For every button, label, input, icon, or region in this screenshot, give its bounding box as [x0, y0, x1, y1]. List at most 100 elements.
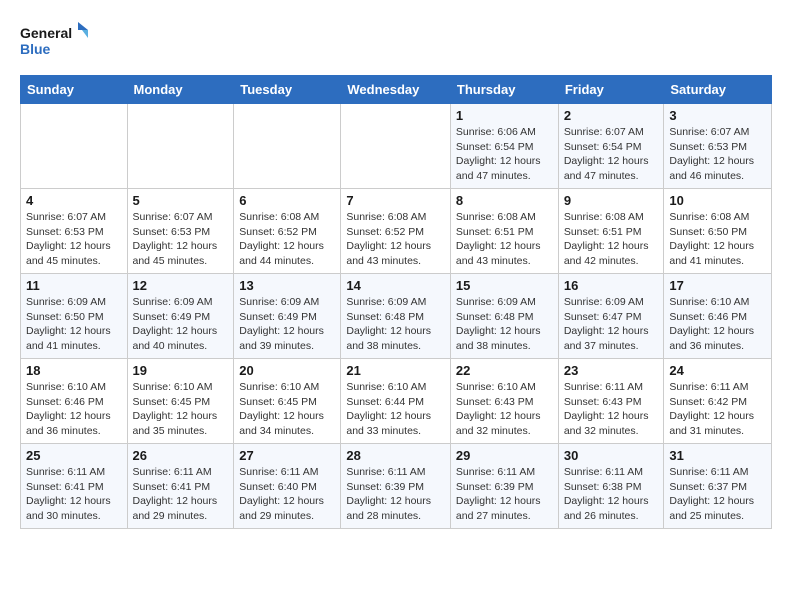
- weekday-header-saturday: Saturday: [664, 76, 772, 104]
- calendar-cell: 24 Sunrise: 6:11 AM Sunset: 6:42 PM Dayli…: [664, 359, 772, 444]
- day-detail: Sunrise: 6:11 AM Sunset: 6:41 PM Dayligh…: [133, 465, 229, 524]
- day-detail: Sunrise: 6:07 AM Sunset: 6:53 PM Dayligh…: [669, 125, 766, 184]
- day-detail: Sunrise: 6:07 AM Sunset: 6:54 PM Dayligh…: [564, 125, 659, 184]
- day-number: 28: [346, 448, 445, 463]
- calendar-cell: 28 Sunrise: 6:11 AM Sunset: 6:39 PM Dayli…: [341, 444, 451, 529]
- calendar-cell: [127, 104, 234, 189]
- calendar-header: SundayMondayTuesdayWednesdayThursdayFrid…: [21, 76, 772, 104]
- day-detail: Sunrise: 6:11 AM Sunset: 6:37 PM Dayligh…: [669, 465, 766, 524]
- calendar-week-5: 25 Sunrise: 6:11 AM Sunset: 6:41 PM Dayli…: [21, 444, 772, 529]
- day-number: 21: [346, 363, 445, 378]
- calendar-cell: 14 Sunrise: 6:09 AM Sunset: 6:48 PM Dayli…: [341, 274, 451, 359]
- day-detail: Sunrise: 6:09 AM Sunset: 6:48 PM Dayligh…: [456, 295, 553, 354]
- day-detail: Sunrise: 6:10 AM Sunset: 6:46 PM Dayligh…: [26, 380, 122, 439]
- day-detail: Sunrise: 6:08 AM Sunset: 6:52 PM Dayligh…: [346, 210, 445, 269]
- calendar-cell: 8Sunrise: 6:08 AM Sunset: 6:51 PM Daylig…: [450, 189, 558, 274]
- day-number: 16: [564, 278, 659, 293]
- day-detail: Sunrise: 6:11 AM Sunset: 6:38 PM Dayligh…: [564, 465, 659, 524]
- day-number: 25: [26, 448, 122, 463]
- calendar-cell: 12 Sunrise: 6:09 AM Sunset: 6:49 PM Dayli…: [127, 274, 234, 359]
- day-number: 6: [239, 193, 335, 208]
- calendar-cell: 22 Sunrise: 6:10 AM Sunset: 6:43 PM Dayli…: [450, 359, 558, 444]
- day-number: 17: [669, 278, 766, 293]
- day-number: 5: [133, 193, 229, 208]
- day-detail: Sunrise: 6:09 AM Sunset: 6:48 PM Dayligh…: [346, 295, 445, 354]
- day-detail: Sunrise: 6:10 AM Sunset: 6:45 PM Dayligh…: [133, 380, 229, 439]
- day-detail: Sunrise: 6:11 AM Sunset: 6:40 PM Dayligh…: [239, 465, 335, 524]
- day-number: 19: [133, 363, 229, 378]
- day-number: 3: [669, 108, 766, 123]
- day-number: 31: [669, 448, 766, 463]
- calendar-week-2: 4 Sunrise: 6:07 AM Sunset: 6:53 PM Daylig…: [21, 189, 772, 274]
- day-detail: Sunrise: 6:09 AM Sunset: 6:50 PM Dayligh…: [26, 295, 122, 354]
- calendar-table: SundayMondayTuesdayWednesdayThursdayFrid…: [20, 75, 772, 529]
- day-detail: Sunrise: 6:07 AM Sunset: 6:53 PM Dayligh…: [26, 210, 122, 269]
- day-number: 10: [669, 193, 766, 208]
- day-number: 4: [26, 193, 122, 208]
- day-detail: Sunrise: 6:11 AM Sunset: 6:42 PM Dayligh…: [669, 380, 766, 439]
- day-detail: Sunrise: 6:08 AM Sunset: 6:51 PM Dayligh…: [564, 210, 659, 269]
- calendar-cell: 3 Sunrise: 6:07 AM Sunset: 6:53 PM Daylig…: [664, 104, 772, 189]
- calendar-cell: 18 Sunrise: 6:10 AM Sunset: 6:46 PM Dayli…: [21, 359, 128, 444]
- calendar-cell: 6 Sunrise: 6:08 AM Sunset: 6:52 PM Daylig…: [234, 189, 341, 274]
- day-detail: Sunrise: 6:08 AM Sunset: 6:52 PM Dayligh…: [239, 210, 335, 269]
- calendar-cell: 7 Sunrise: 6:08 AM Sunset: 6:52 PM Daylig…: [341, 189, 451, 274]
- weekday-header-monday: Monday: [127, 76, 234, 104]
- day-number: 26: [133, 448, 229, 463]
- day-detail: Sunrise: 6:08 AM Sunset: 6:50 PM Dayligh…: [669, 210, 766, 269]
- day-detail: Sunrise: 6:07 AM Sunset: 6:53 PM Dayligh…: [133, 210, 229, 269]
- calendar-cell: 29 Sunrise: 6:11 AM Sunset: 6:39 PM Dayli…: [450, 444, 558, 529]
- day-number: 9: [564, 193, 659, 208]
- calendar-cell: 31 Sunrise: 6:11 AM Sunset: 6:37 PM Dayli…: [664, 444, 772, 529]
- svg-text:General: General: [20, 25, 72, 41]
- calendar-cell: 19 Sunrise: 6:10 AM Sunset: 6:45 PM Dayli…: [127, 359, 234, 444]
- weekday-header-friday: Friday: [558, 76, 664, 104]
- weekday-row: SundayMondayTuesdayWednesdayThursdayFrid…: [21, 76, 772, 104]
- day-number: 14: [346, 278, 445, 293]
- day-detail: Sunrise: 6:10 AM Sunset: 6:43 PM Dayligh…: [456, 380, 553, 439]
- day-number: 20: [239, 363, 335, 378]
- day-detail: Sunrise: 6:09 AM Sunset: 6:49 PM Dayligh…: [133, 295, 229, 354]
- day-number: 15: [456, 278, 553, 293]
- calendar-cell: 17 Sunrise: 6:10 AM Sunset: 6:46 PM Dayli…: [664, 274, 772, 359]
- calendar-cell: 4 Sunrise: 6:07 AM Sunset: 6:53 PM Daylig…: [21, 189, 128, 274]
- day-number: 18: [26, 363, 122, 378]
- day-detail: Sunrise: 6:09 AM Sunset: 6:49 PM Dayligh…: [239, 295, 335, 354]
- calendar-cell: [341, 104, 451, 189]
- calendar-cell: 5 Sunrise: 6:07 AM Sunset: 6:53 PM Daylig…: [127, 189, 234, 274]
- day-number: 22: [456, 363, 553, 378]
- calendar-cell: 26 Sunrise: 6:11 AM Sunset: 6:41 PM Dayli…: [127, 444, 234, 529]
- day-detail: Sunrise: 6:11 AM Sunset: 6:43 PM Dayligh…: [564, 380, 659, 439]
- weekday-header-tuesday: Tuesday: [234, 76, 341, 104]
- logo-svg: General Blue: [20, 20, 90, 65]
- day-number: 29: [456, 448, 553, 463]
- calendar-cell: 25Sunrise: 6:11 AM Sunset: 6:41 PM Dayli…: [21, 444, 128, 529]
- day-number: 7: [346, 193, 445, 208]
- day-detail: Sunrise: 6:08 AM Sunset: 6:51 PM Dayligh…: [456, 210, 553, 269]
- calendar-cell: 13 Sunrise: 6:09 AM Sunset: 6:49 PM Dayli…: [234, 274, 341, 359]
- day-detail: Sunrise: 6:11 AM Sunset: 6:39 PM Dayligh…: [346, 465, 445, 524]
- calendar-cell: [234, 104, 341, 189]
- day-number: 12: [133, 278, 229, 293]
- svg-text:Blue: Blue: [20, 41, 51, 57]
- calendar-cell: [21, 104, 128, 189]
- calendar-cell: 10 Sunrise: 6:08 AM Sunset: 6:50 PM Dayli…: [664, 189, 772, 274]
- calendar-cell: 20Sunrise: 6:10 AM Sunset: 6:45 PM Dayli…: [234, 359, 341, 444]
- weekday-header-sunday: Sunday: [21, 76, 128, 104]
- day-detail: Sunrise: 6:10 AM Sunset: 6:46 PM Dayligh…: [669, 295, 766, 354]
- day-number: 23: [564, 363, 659, 378]
- calendar-cell: 21 Sunrise: 6:10 AM Sunset: 6:44 PM Dayli…: [341, 359, 451, 444]
- calendar-cell: 2 Sunrise: 6:07 AM Sunset: 6:54 PM Daylig…: [558, 104, 664, 189]
- calendar-body: 1Sunrise: 6:06 AM Sunset: 6:54 PM Daylig…: [21, 104, 772, 529]
- day-number: 30: [564, 448, 659, 463]
- day-number: 13: [239, 278, 335, 293]
- day-number: 11: [26, 278, 122, 293]
- weekday-header-wednesday: Wednesday: [341, 76, 451, 104]
- day-number: 2: [564, 108, 659, 123]
- day-detail: Sunrise: 6:10 AM Sunset: 6:44 PM Dayligh…: [346, 380, 445, 439]
- weekday-header-thursday: Thursday: [450, 76, 558, 104]
- day-detail: Sunrise: 6:11 AM Sunset: 6:39 PM Dayligh…: [456, 465, 553, 524]
- calendar-week-3: 11 Sunrise: 6:09 AM Sunset: 6:50 PM Dayli…: [21, 274, 772, 359]
- day-number: 24: [669, 363, 766, 378]
- calendar-cell: 27Sunrise: 6:11 AM Sunset: 6:40 PM Dayli…: [234, 444, 341, 529]
